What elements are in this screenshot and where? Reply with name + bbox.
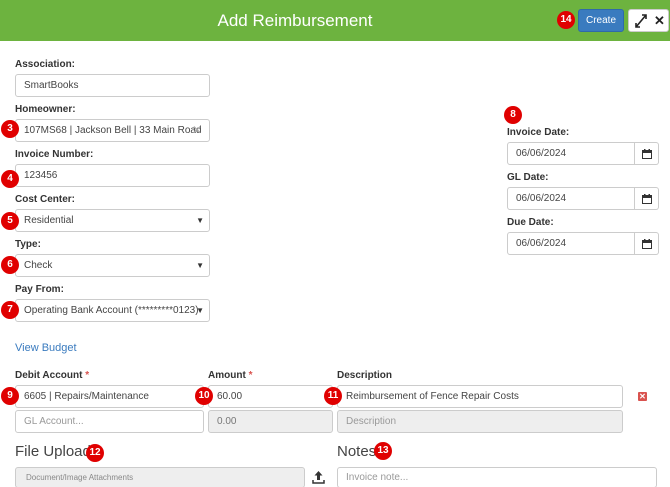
gl-account-placeholder: GL Account... [24, 416, 84, 427]
description-header: Description [337, 370, 393, 381]
chevron-down-icon: ▼ [196, 306, 204, 315]
create-button[interactable]: Create [578, 9, 624, 32]
file-upload-title: File Upload [15, 443, 91, 460]
pay-from-select[interactable]: Operating Bank Account (*********0123) ▼ [15, 299, 210, 322]
calendar-icon [642, 149, 652, 159]
description-placeholder: Description [346, 416, 397, 427]
clear-icon[interactable]: ✕ [192, 120, 202, 141]
pay-from-label: Pay From: [15, 284, 64, 295]
view-budget-link[interactable]: View Budget [15, 342, 77, 354]
debit-account-header: Debit Account * [15, 370, 89, 381]
delete-row-icon[interactable]: ✕ [638, 392, 647, 401]
file-upload-input[interactable]: Document/Image Attachments [15, 467, 305, 487]
gl-account-input[interactable]: GL Account... [15, 410, 204, 433]
close-icon[interactable]: ✕ [654, 13, 665, 29]
window-controls: ✕ [628, 9, 669, 32]
gl-date-input[interactable]: 06/06/2024 [507, 187, 635, 210]
association-value: SmartBooks [24, 80, 79, 91]
chevron-down-icon: ▼ [196, 261, 204, 270]
type-label: Type: [15, 239, 41, 250]
due-date-input[interactable]: 06/06/2024 [507, 232, 635, 255]
description-input-empty[interactable]: Description [337, 410, 623, 433]
invoice-number-label: Invoice Number: [15, 149, 94, 160]
gl-date-value: 06/06/2024 [516, 193, 567, 204]
calendar-icon [642, 239, 652, 249]
homeowner-field[interactable]: 107MS68 | Jackson Bell | 33 Main Road ✕ [15, 119, 210, 142]
required-mark: * [85, 370, 90, 381]
marker-4: 4 [1, 170, 19, 188]
chevron-down-icon: ▼ [196, 216, 204, 225]
homeowner-value: 107MS68 | Jackson Bell | 33 Main Road [24, 125, 202, 136]
calendar-icon [642, 194, 652, 204]
amount-empty-value: 0.00 [217, 416, 237, 427]
upload-button[interactable] [305, 467, 332, 487]
invoice-date-label: Invoice Date: [507, 127, 570, 138]
invoice-date-value: 06/06/2024 [516, 148, 567, 159]
debit-account-value: 6605 | Repairs/Maintenance [24, 391, 149, 402]
gl-date-label: GL Date: [507, 172, 549, 183]
required-mark: * [248, 370, 253, 381]
description-input[interactable]: Reimbursement of Fence Repair Costs [337, 385, 623, 408]
marker-7: 7 [1, 301, 19, 319]
cost-center-label: Cost Center: [15, 194, 76, 205]
description-value: Reimbursement of Fence Repair Costs [346, 391, 519, 402]
amount-value: 60.00 [217, 391, 243, 402]
debit-account-header-text: Debit Account [15, 370, 83, 381]
marker-8: 8 [504, 106, 522, 124]
type-select[interactable]: Check ▼ [15, 254, 210, 277]
type-value: Check [24, 260, 53, 271]
pay-from-value: Operating Bank Account (*********0123) [24, 305, 199, 316]
amount-input-empty[interactable]: 0.00 [208, 410, 333, 433]
association-field[interactable]: SmartBooks [15, 74, 210, 97]
marker-10: 10 [195, 387, 213, 405]
marker-12: 12 [86, 444, 104, 462]
notes-placeholder: Invoice note... [346, 472, 409, 483]
marker-11: 11 [324, 387, 342, 405]
marker-5: 5 [1, 212, 19, 230]
marker-14: 14 [557, 11, 575, 29]
cost-center-select[interactable]: Residential ▼ [15, 209, 210, 232]
cost-center-value: Residential [24, 215, 74, 226]
amount-header-text: Amount [208, 370, 246, 381]
debit-account-input[interactable]: 6605 | Repairs/Maintenance [15, 385, 204, 408]
due-date-label: Due Date: [507, 217, 554, 228]
invoice-number-value: 123456 [24, 170, 58, 181]
file-upload-placeholder: Document/Image Attachments [26, 473, 134, 482]
modal-title: Add Reimbursement [217, 11, 373, 30]
upload-icon [312, 471, 325, 484]
marker-13: 13 [374, 442, 392, 460]
amount-header: Amount * [208, 370, 252, 381]
invoice-date-input[interactable]: 06/06/2024 [507, 142, 635, 165]
notes-input[interactable]: Invoice note... [337, 467, 657, 487]
amount-input[interactable]: 60.00 [208, 385, 333, 408]
due-date-value: 06/06/2024 [516, 238, 567, 249]
invoice-number-input[interactable]: 123456 [15, 164, 210, 187]
marker-3: 3 [1, 120, 19, 138]
notes-title: Notes [337, 443, 377, 460]
marker-9: 9 [1, 387, 19, 405]
association-label: Association: [15, 59, 76, 70]
due-date-calendar-button[interactable] [635, 232, 659, 255]
homeowner-label: Homeowner: [15, 104, 76, 115]
gl-date-calendar-button[interactable] [635, 187, 659, 210]
invoice-date-calendar-button[interactable] [635, 142, 659, 165]
marker-6: 6 [1, 256, 19, 274]
expand-icon[interactable] [634, 13, 648, 29]
